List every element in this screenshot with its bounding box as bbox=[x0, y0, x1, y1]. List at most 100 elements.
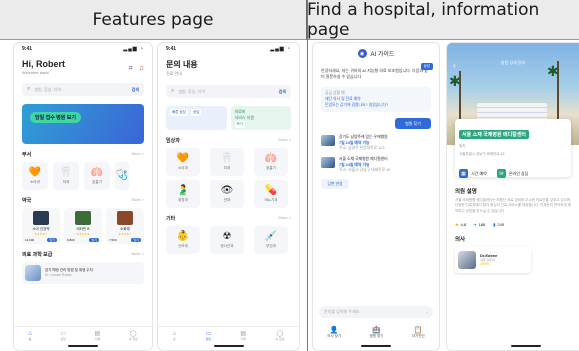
search-input[interactable]: ⌕ 병원, 증상, 지역 검색 bbox=[22, 83, 144, 96]
hospital-result[interactable]: 서울 소재 국제병원 메디컬센터 7일 24일 예약 가능 주소: 서울시 강남… bbox=[321, 157, 431, 173]
department-tile[interactable]: 💊 비뇨기과 bbox=[254, 180, 288, 208]
pharmacy-card[interactable]: 소아 건강약 ★★★★☆ 12,000 담기 bbox=[22, 208, 60, 244]
clipboard-icon: 📋 bbox=[413, 326, 423, 334]
online-consult-button[interactable]: ✉ 온라인 상담 bbox=[496, 169, 528, 178]
nav-self-check[interactable]: 📋 자가진단 bbox=[412, 326, 425, 339]
find-hospital-button[interactable]: 병원 찾기 bbox=[395, 118, 431, 130]
department-tile[interactable]: 👶 산모과 bbox=[166, 226, 200, 254]
department-tile[interactable]: 💉 부인과 bbox=[254, 226, 288, 254]
more-link[interactable]: More > bbox=[131, 151, 144, 158]
bell-icon[interactable]: ♫ bbox=[139, 65, 144, 73]
quick-consult-card[interactable]: 빠른 상담 상담 bbox=[166, 106, 227, 130]
stethoscope-icon: 🩺 bbox=[115, 170, 129, 181]
stomach-icon: 🫃 bbox=[176, 184, 190, 196]
department-label: 부인과 bbox=[266, 243, 276, 248]
add-cart-button[interactable]: 담기 bbox=[47, 238, 57, 242]
nav-label: 자가진단 bbox=[411, 333, 425, 338]
promo-banner[interactable]: 당일 접수 병원 보기 bbox=[22, 104, 144, 144]
doctor-rating: 100% bbox=[480, 262, 489, 267]
department-tile[interactable]: 🦷 치과 bbox=[53, 162, 79, 190]
department-label: 호흡기 bbox=[266, 165, 276, 170]
department-tile[interactable]: 🦷 치과 bbox=[210, 148, 244, 176]
hospital-page-header: Find a hospital, information page bbox=[307, 0, 579, 40]
refresh-answer-button[interactable]: 답변 변경 bbox=[321, 179, 349, 190]
add-cart-button[interactable]: 담기 bbox=[89, 238, 99, 242]
nav-find-hospital[interactable]: 🏥 병원 찾기 bbox=[370, 326, 384, 339]
home-screen: 9:41 ▂▄▆ ◔ Hi, Robert Welcome back! ⌗ ♫ … bbox=[13, 42, 153, 351]
medicine-bottle-icon bbox=[75, 211, 91, 225]
status-bar: 9:41 ▂▄▆ ◔ bbox=[158, 43, 299, 55]
tab-records[interactable]: ▤ 기록 bbox=[94, 330, 100, 341]
hospital-address: 주소: 남양주 한양대학로 123 bbox=[339, 145, 385, 150]
tab-label: 기록 bbox=[240, 337, 246, 341]
suggestion-link[interactable]: 돈암모는 감기에 걸렸나요? 일었습니다? bbox=[325, 103, 427, 109]
tab-home[interactable]: ⌂ 홈 bbox=[28, 331, 32, 341]
department-tile[interactable]: 🩺 bbox=[115, 162, 129, 190]
section-title: 약국 bbox=[22, 198, 32, 204]
more-link[interactable]: More > bbox=[278, 137, 291, 144]
department-tile[interactable]: 🧡 소아과 bbox=[22, 162, 48, 190]
message-input[interactable]: 문의를 입력해 주세요 ♪ bbox=[319, 306, 433, 318]
hospital-address: 주소: 서울시 강남구 테헤란로 45 bbox=[339, 167, 391, 172]
section-title: 기타 bbox=[166, 216, 176, 222]
more-link[interactable]: More > bbox=[131, 251, 144, 258]
product-price: 7,500 bbox=[109, 238, 117, 242]
banner-pill[interactable]: 당일 접수 병원 보기 bbox=[30, 112, 81, 123]
section-departments: 부서 More > bbox=[14, 151, 152, 158]
nav-label: 의사 찾기 bbox=[327, 333, 342, 338]
department-tile[interactable]: ☢ 방사선과 bbox=[210, 226, 244, 254]
scan-icon[interactable]: ⌗ bbox=[129, 65, 133, 73]
product-rating: ★★★★★ bbox=[76, 232, 90, 236]
department-tile[interactable]: 🫁 호흡기 bbox=[84, 162, 110, 190]
action-label: 시간 예약 bbox=[471, 170, 487, 176]
clinical-grid-row-1: 🧡 소아과 🦷 치과 🫁 호흡기 bbox=[158, 144, 299, 176]
heart-icon: ♥ bbox=[474, 221, 477, 227]
tab-label: 상담 bbox=[205, 337, 212, 341]
news-author: Dr. Lesam Rowie bbox=[45, 273, 72, 277]
department-label: 안과 bbox=[223, 197, 231, 202]
tab-home[interactable]: ⌂ 홈 bbox=[173, 331, 177, 341]
hospital-icon: 🏥 bbox=[372, 326, 381, 334]
more-link[interactable]: More > bbox=[131, 197, 144, 204]
tab-records[interactable]: ▤ 기록 bbox=[240, 330, 246, 341]
department-tile[interactable]: 🫃 위장과 bbox=[166, 180, 200, 208]
hospital-info-card: 서울 소재 국제병원 메디컬센터 위치 서울특별시 강남구 테헤란로 45 ▦ 시… bbox=[455, 119, 571, 178]
page-title: 문의 내용 진료 안내 bbox=[158, 55, 299, 77]
pharmacy-list: 소아 건강약 ★★★★☆ 12,000 담기 비타민 B ★★★★★ 9,800 담… bbox=[14, 204, 152, 244]
quick-cost-card[interactable]: 의료비 서비스 지원 보기 bbox=[230, 106, 291, 130]
more-link[interactable]: More > bbox=[278, 215, 291, 222]
nav-label: 병원 찾기 bbox=[369, 333, 384, 338]
tab-consult[interactable]: ▭ 상담 bbox=[205, 330, 211, 341]
signal-icon: ▂▄▆ ◔ bbox=[123, 46, 144, 52]
lungs-icon: 🫁 bbox=[264, 152, 278, 164]
search-button[interactable]: 검색 bbox=[132, 87, 139, 93]
medicine-bottle-icon bbox=[117, 211, 133, 225]
news-item[interactable]: 감기 예방 관리 방법 및 위생 수칙 Dr. Lesam Rowie bbox=[22, 262, 144, 284]
tab-consult[interactable]: ▭ 상담 bbox=[60, 330, 66, 341]
department-tile[interactable]: 🫁 호흡기 bbox=[254, 148, 288, 176]
department-tile[interactable]: 👁 안과 bbox=[210, 180, 244, 208]
tab-profile[interactable]: ◯ 내 정보 bbox=[129, 330, 138, 341]
department-tile[interactable]: 🧡 소아과 bbox=[166, 148, 200, 176]
tab-profile[interactable]: ◯ 내 정보 bbox=[275, 330, 284, 341]
nav-find-doctor[interactable]: 👤 의사 찾기 bbox=[327, 326, 341, 339]
section-title: 의원 설명 bbox=[455, 189, 477, 195]
count-value: 245 bbox=[497, 221, 505, 227]
add-cart-button[interactable]: 담기 bbox=[131, 238, 141, 242]
features-page-header: Features page bbox=[0, 0, 307, 40]
ai-badge[interactable]: 상담 bbox=[420, 63, 433, 70]
pharmacy-card[interactable]: 비타민 B ★★★★★ 9,800 담기 bbox=[64, 208, 102, 244]
user-icon: ◯ bbox=[129, 331, 137, 337]
doctor-card[interactable]: Dr.Edene 내과 전문의 100% bbox=[455, 247, 531, 273]
hospital-result[interactable]: 강기도 남양주에 있는 우애병원 7일 24일 예약 가능 주소: 남양주 한양… bbox=[321, 135, 431, 151]
search-input[interactable]: ⌕ 병원, 증상, 지역 검색 bbox=[166, 85, 291, 98]
search-button[interactable]: 검색 bbox=[279, 89, 286, 95]
section-other: 기타 More > bbox=[158, 215, 299, 222]
quick-card-label: 빠른 상담 bbox=[170, 109, 188, 116]
reserve-time-button[interactable]: ▦ 시간 예약 bbox=[459, 169, 487, 178]
tab-label: 홈 bbox=[173, 336, 176, 341]
pharmacy-card[interactable]: 소화제 ★★★★☆ 7,500 담기 bbox=[106, 208, 144, 244]
mic-icon[interactable]: ♪ bbox=[426, 310, 428, 315]
other-grid: 👶 산모과 ☢ 방사선과 💉 부인과 bbox=[158, 222, 299, 254]
status-time: 9:41 bbox=[166, 46, 177, 52]
